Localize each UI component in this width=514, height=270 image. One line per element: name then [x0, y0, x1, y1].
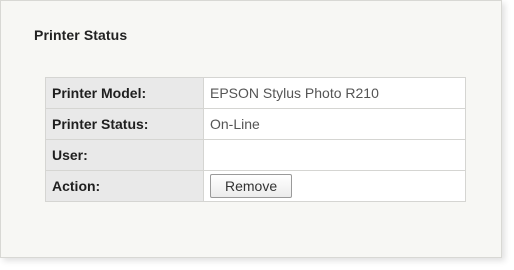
table-row-action: Action: Remove	[45, 170, 466, 202]
table-row-printer-status: Printer Status: On-Line	[45, 108, 466, 140]
remove-button[interactable]: Remove	[210, 174, 293, 198]
printer-status-value: On-Line	[203, 108, 466, 140]
action-label: Action:	[45, 170, 204, 202]
user-label: User:	[45, 139, 204, 171]
printer-status-panel: Printer Status Printer Model: EPSON Styl…	[0, 0, 502, 258]
printer-status-table: Printer Model: EPSON Stylus Photo R210 P…	[45, 77, 466, 202]
printer-status-label: Printer Status:	[45, 108, 204, 140]
printer-model-label: Printer Model:	[45, 77, 204, 109]
action-cell: Remove	[203, 170, 466, 202]
section-title: Printer Status	[34, 27, 128, 43]
user-value	[203, 139, 466, 171]
printer-model-value: EPSON Stylus Photo R210	[203, 77, 466, 109]
table-row-user: User:	[45, 139, 466, 171]
table-row-printer-model: Printer Model: EPSON Stylus Photo R210	[45, 77, 466, 109]
